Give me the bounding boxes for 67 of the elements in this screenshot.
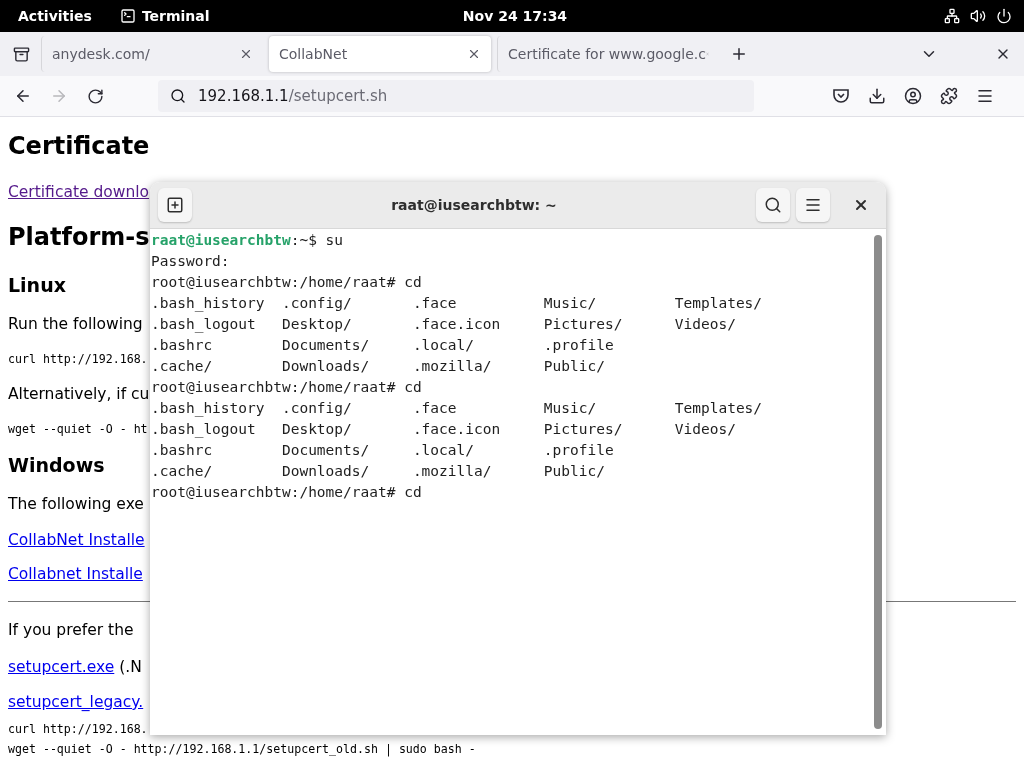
link[interactable]: setupcert_legacy. (8, 693, 144, 711)
tab-title: Certificate for www.google.c (508, 46, 706, 62)
pocket-icon[interactable] (832, 87, 850, 105)
menu-button[interactable] (796, 188, 830, 222)
close-icon[interactable] (239, 47, 253, 61)
terminal-icon (119, 8, 136, 24)
terminal-line: root@iusearchbtw:/home/raat# cd (151, 378, 423, 397)
close-icon[interactable] (467, 47, 481, 61)
terminal-line: .bash_logout Desktop/ .face.icon Pictures/ Videos/ (151, 315, 737, 335)
paragraph: Run the following (8, 315, 143, 333)
search-icon (170, 88, 186, 104)
search-button[interactable] (756, 188, 790, 222)
code-line: wget --quiet -O - http://192.168.1.1/setupcert_old.sh | sudo bash - (8, 742, 476, 756)
url-text: 192.168.1.1/setupcert.sh (198, 87, 388, 105)
terminal-line: Password: (151, 252, 231, 271)
power-icon[interactable] (996, 8, 1012, 24)
address-bar[interactable]: 192.168.1.1/setupcert.sh (158, 80, 754, 112)
section-heading: Platform-s (8, 223, 150, 251)
menu-icon[interactable] (976, 87, 994, 105)
new-tab-icon (166, 196, 184, 214)
code-line: wget --quiet -O - ht (8, 422, 148, 436)
app-menu[interactable]: Terminal (119, 8, 210, 24)
paragraph: If you prefer the (8, 621, 134, 639)
terminal-line: raat@iusearchbtw:~$ su (151, 231, 345, 250)
link[interactable]: setupcert.exe (8, 658, 115, 676)
account-icon[interactable] (904, 87, 922, 105)
network-icon[interactable] (944, 8, 960, 24)
terminal-line: root@iusearchbtw:/home/raat# cd (151, 273, 423, 292)
reload-icon[interactable] (86, 87, 104, 105)
paragraph: The following exe (8, 495, 144, 513)
browser-tab[interactable]: anydesk.com/ (41, 36, 263, 72)
terminal-line: .bashrc Documents/ .local/ .profile (151, 441, 615, 460)
subsection-heading: Linux (8, 274, 66, 296)
extensions-icon[interactable] (940, 87, 958, 105)
terminal-line: root@iusearchbtw:/home/raat# cd (151, 483, 423, 502)
paragraph: (.N (118, 658, 142, 676)
volume-icon[interactable] (970, 8, 986, 24)
search-icon (764, 196, 782, 214)
terminal-line: .bash_logout Desktop/ .face.icon Pictures/ Videos/ (151, 420, 737, 440)
browser-tab[interactable]: CollabNet (269, 36, 491, 72)
link[interactable]: CollabNet Installe (8, 531, 145, 549)
subsection-heading: Windows (8, 454, 105, 476)
terminal-line: .bashrc Documents/ .local/ .profile (151, 336, 615, 355)
menu-icon (804, 196, 822, 214)
close-icon (853, 197, 869, 213)
browser-tab[interactable]: Certificate for www.google.c (497, 36, 719, 72)
terminal-line: .cache/ Downloads/ .mozilla/ Public/ (151, 357, 606, 376)
code-line: curl http://192.168. (8, 722, 148, 736)
tab-list-icon[interactable] (12, 45, 30, 63)
terminal-line: .bash_history .config/ .face Music/ Templates/ (151, 294, 764, 314)
new-tab-icon[interactable] (730, 45, 748, 63)
link[interactable]: Collabnet Installe (8, 565, 143, 583)
paragraph: Alternatively, if cu (8, 385, 150, 403)
new-tab-button[interactable] (158, 188, 192, 222)
page-heading: Certificate (8, 132, 150, 160)
back-icon[interactable] (14, 87, 32, 105)
tab-title: anydesk.com/ (52, 46, 150, 62)
activities-button[interactable]: Activities (18, 8, 92, 24)
terminal-line: .cache/ Downloads/ .mozilla/ Public/ (151, 462, 606, 481)
terminal-line: .bash_history .config/ .face Music/ Templates/ (151, 399, 764, 419)
download-icon[interactable] (868, 87, 886, 105)
clock[interactable]: Nov 24 17:34 (462, 8, 568, 24)
scrollbar[interactable] (874, 235, 882, 729)
link[interactable]: Certificate downlo (8, 183, 150, 201)
window-title: raat@iusearchbtw: ~ (390, 197, 558, 213)
code-line: curl http://192.168. (8, 352, 148, 366)
tab-title: CollabNet (279, 46, 348, 62)
